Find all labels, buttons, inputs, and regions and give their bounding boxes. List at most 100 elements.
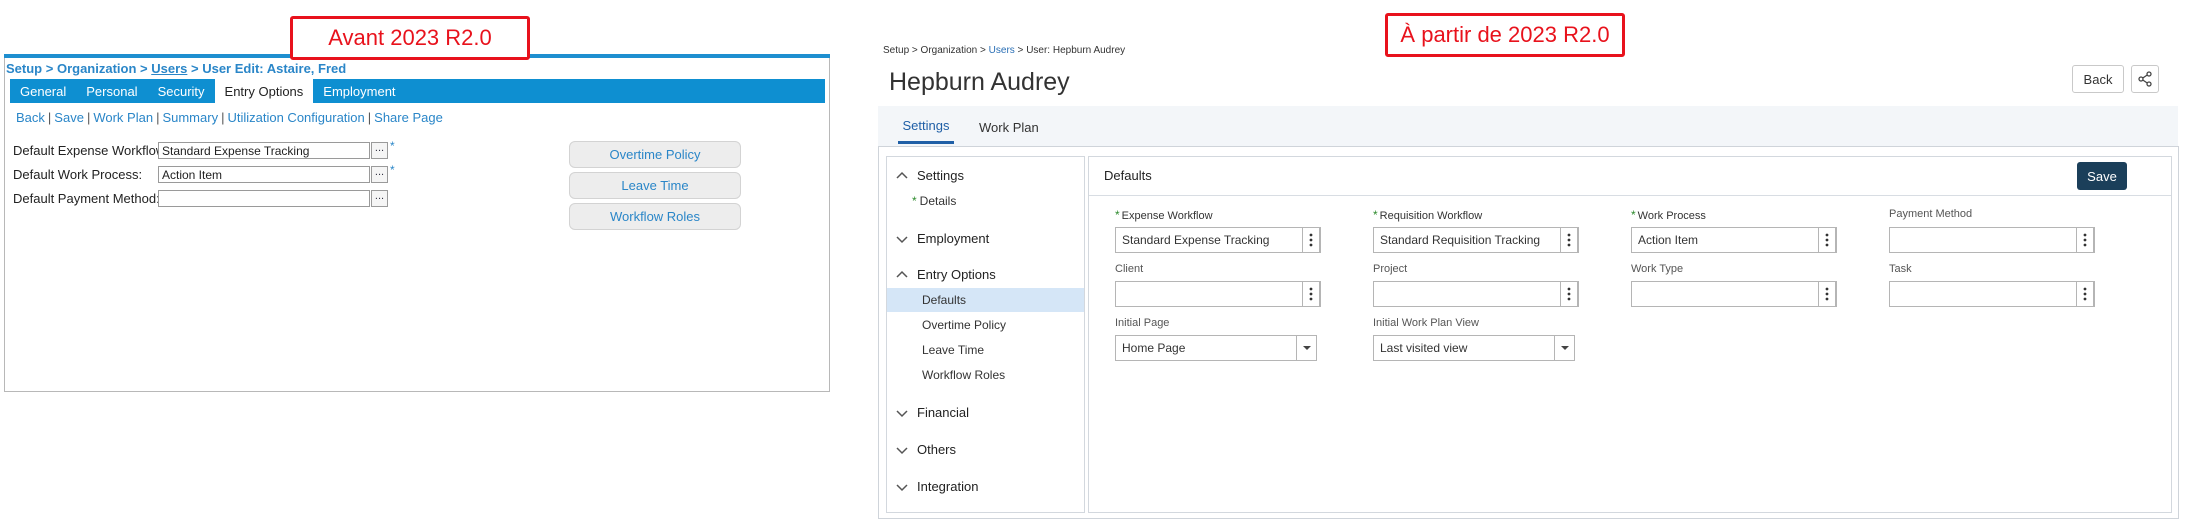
old-link-back[interactable]: Back (16, 110, 45, 125)
old-input-expense-workflow[interactable]: Standard Expense Tracking (158, 142, 370, 159)
project-menu[interactable] (1560, 281, 1578, 307)
task-menu[interactable] (2076, 281, 2094, 307)
new-bc-organization[interactable]: Organization (921, 45, 978, 56)
chevron-down-icon[interactable] (895, 443, 909, 457)
share-button[interactable] (2131, 65, 2159, 93)
nav-section-others[interactable]: Others (917, 442, 956, 457)
kebab-icon (1567, 233, 1571, 247)
old-tab-entry-options[interactable]: Entry Options (214, 79, 314, 103)
settings-nav (886, 156, 1085, 513)
old-overtime-policy-button[interactable]: Overtime Policy (569, 141, 741, 168)
old-bc-users[interactable]: Users (151, 61, 187, 76)
kebab-icon (2083, 233, 2087, 247)
defaults-title: Defaults (1104, 168, 1152, 183)
old-bc-organization[interactable]: Organization (57, 61, 136, 76)
client-input[interactable] (1115, 281, 1321, 307)
save-button[interactable]: Save (2077, 162, 2127, 190)
new-bc-users[interactable]: Users (989, 45, 1015, 56)
old-action-links: Back | Save | Work Plan | Summary | Utilization … (16, 110, 443, 125)
old-leave-time-button[interactable]: Leave Time (569, 172, 741, 199)
back-button[interactable]: Back (2072, 65, 2124, 93)
work-type-menu[interactable] (1818, 281, 1836, 307)
nav-item-workflow-roles[interactable]: Workflow Roles (922, 368, 1005, 382)
label-work-type: Work Type (1631, 263, 1684, 275)
initial-work-plan-view-dropdown[interactable] (1554, 335, 1574, 361)
label-task: Task (1889, 263, 1912, 275)
old-label-work-process: Default Work Process: (13, 167, 143, 182)
chevron-up-icon[interactable] (895, 169, 909, 183)
required-star: * (1373, 208, 1378, 222)
nav-item-defaults[interactable]: Defaults (922, 293, 966, 307)
initial-page-select[interactable]: Home Page (1115, 335, 1317, 361)
payment-method-menu[interactable] (2076, 227, 2094, 253)
nav-item-leave-time[interactable]: Leave Time (922, 343, 984, 357)
task-input[interactable] (1889, 281, 2095, 307)
old-tab-employment[interactable]: Employment (313, 79, 405, 103)
old-input-payment-method[interactable] (158, 190, 370, 207)
old-tab-general[interactable]: General (10, 79, 76, 103)
nav-section-integration[interactable]: Integration (917, 479, 978, 494)
work-process-input[interactable]: Action Item (1631, 227, 1837, 253)
old-lookup-payment-method[interactable]: ... (371, 190, 388, 207)
old-bc-sep: > (42, 61, 57, 76)
old-required-mark: * (390, 139, 395, 153)
old-breadcrumb: Setup > Organization > Users > User Edit… (6, 61, 346, 76)
caret-down-icon (1302, 346, 1311, 350)
label-payment-method: Payment Method (1889, 208, 1973, 220)
expense-workflow-menu[interactable] (1302, 227, 1320, 253)
kebab-icon (2083, 287, 2087, 301)
old-link-sep: | (86, 110, 91, 125)
kebab-icon (1567, 287, 1571, 301)
label-expense-workflow-text: Expense Workflow (1121, 210, 1213, 222)
old-link-save[interactable]: Save (54, 110, 84, 125)
new-bc-sep: > (1014, 45, 1027, 56)
old-link-summary[interactable]: Summary (162, 110, 218, 125)
new-bc-setup[interactable]: Setup (883, 45, 909, 56)
chevron-down-icon[interactable] (895, 406, 909, 420)
expense-workflow-input[interactable]: Standard Expense Tracking (1115, 227, 1321, 253)
new-bc-sep: > (977, 45, 989, 56)
old-workflow-roles-button[interactable]: Workflow Roles (569, 203, 741, 230)
project-input[interactable] (1373, 281, 1579, 307)
old-link-sep: | (47, 110, 52, 125)
requisition-workflow-menu[interactable] (1560, 227, 1578, 253)
old-bc-setup[interactable]: Setup (6, 61, 42, 76)
new-bc-sep: > (909, 45, 921, 56)
nav-section-settings[interactable]: Settings (917, 168, 964, 183)
initial-work-plan-view-select[interactable]: Last visited view (1373, 335, 1575, 361)
tab-settings[interactable]: Settings (898, 110, 954, 144)
work-type-input[interactable] (1631, 281, 1837, 307)
nav-item-overtime-policy[interactable]: Overtime Policy (922, 318, 1006, 332)
tab-work-plan[interactable]: Work Plan (979, 110, 1039, 144)
requisition-workflow-input[interactable]: Standard Requisition Tracking (1373, 227, 1579, 253)
work-process-menu[interactable] (1818, 227, 1836, 253)
chevron-up-icon[interactable] (895, 268, 909, 282)
chevron-down-icon[interactable] (895, 232, 909, 246)
client-menu[interactable] (1302, 281, 1320, 307)
initial-page-dropdown[interactable] (1296, 335, 1316, 361)
old-input-work-process[interactable]: Action Item (158, 166, 370, 183)
label-project: Project (1373, 263, 1408, 275)
kebab-icon (1309, 287, 1313, 301)
label-expense-workflow: * Expense Workflow (1115, 208, 1213, 222)
old-link-work-plan[interactable]: Work Plan (93, 110, 153, 125)
payment-method-input[interactable] (1889, 227, 2095, 253)
old-link-share-page[interactable]: Share Page (374, 110, 443, 125)
nav-item-details-label: Details (919, 194, 957, 208)
old-tab-security[interactable]: Security (148, 79, 215, 103)
nav-section-entry-options[interactable]: Entry Options (917, 267, 996, 282)
share-icon (2138, 71, 2152, 87)
kebab-icon (1309, 233, 1313, 247)
kebab-icon (1825, 287, 1829, 301)
nav-section-employment[interactable]: Employment (917, 231, 989, 246)
required-star: * (1631, 208, 1636, 222)
nav-item-details[interactable]: * Details (912, 194, 956, 208)
old-lookup-work-process[interactable]: ... (371, 166, 388, 183)
chevron-down-icon[interactable] (895, 480, 909, 494)
old-link-utilization-configuration[interactable]: Utilization Configuration (227, 110, 364, 125)
old-lookup-expense-workflow[interactable]: ... (371, 142, 388, 159)
nav-section-financial[interactable]: Financial (917, 405, 969, 420)
old-bc-sep: > (136, 61, 152, 76)
old-tab-personal[interactable]: Personal (76, 79, 147, 103)
required-star: * (1115, 208, 1120, 222)
